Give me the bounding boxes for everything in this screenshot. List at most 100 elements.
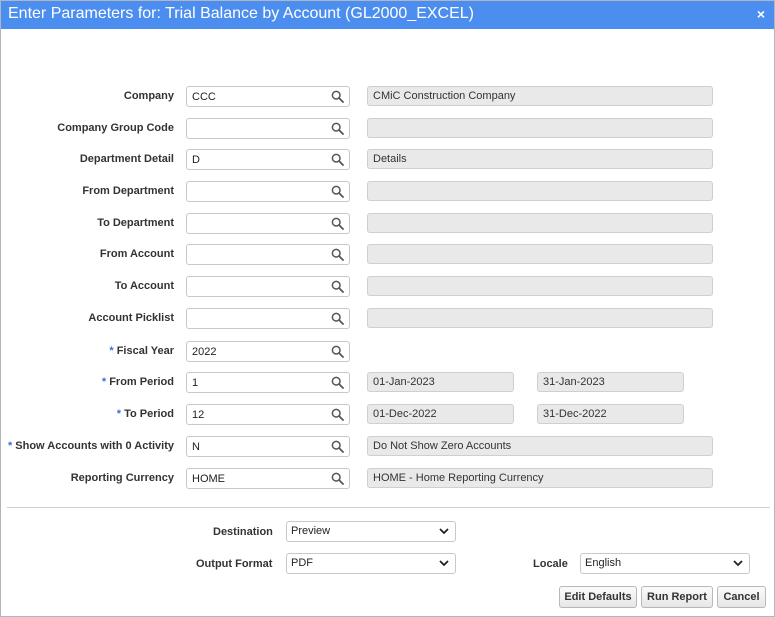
locale-value: English <box>585 557 622 569</box>
param-lookup-field[interactable] <box>186 341 350 362</box>
param-row: Account Picklist <box>1 308 775 330</box>
param-input[interactable] <box>187 309 327 328</box>
param-input[interactable] <box>187 342 327 361</box>
magnifier-icon[interactable] <box>331 312 344 325</box>
param-row: Reporting Currency HOME - Home Reporting … <box>1 468 775 490</box>
run-report-button[interactable]: Run Report <box>641 586 713 608</box>
param-label-text: To Period <box>124 408 174 420</box>
param-input[interactable] <box>187 119 327 138</box>
param-label-text: Company Group Code <box>57 122 174 134</box>
param-lookup-field[interactable] <box>186 308 350 329</box>
param-description <box>367 276 713 296</box>
destination-label: Destination <box>213 526 273 538</box>
param-input[interactable] <box>187 214 327 233</box>
period-start-date: 01-Jan-2023 <box>367 372 514 392</box>
parameters-dialog: Enter Parameters for: Trial Balance by A… <box>0 0 775 617</box>
magnifier-icon[interactable] <box>331 345 344 358</box>
magnifier-icon[interactable] <box>331 440 344 453</box>
param-input[interactable] <box>187 405 327 424</box>
param-input[interactable] <box>187 150 327 169</box>
param-label-text: To Department <box>97 217 174 229</box>
param-input[interactable] <box>187 277 327 296</box>
required-marker: * <box>116 408 122 420</box>
param-label-text: Show Accounts with 0 Activity <box>15 440 174 452</box>
required-marker: * <box>109 345 114 357</box>
magnifier-icon[interactable] <box>331 280 344 293</box>
param-description <box>367 213 713 233</box>
param-row: To Account <box>1 276 775 298</box>
param-input[interactable] <box>187 469 327 488</box>
magnifier-icon[interactable] <box>331 217 344 230</box>
param-label: From Department <box>82 185 174 197</box>
param-label: * To Period <box>117 408 174 420</box>
magnifier-icon[interactable] <box>331 376 344 389</box>
param-label-text: From Department <box>82 185 174 197</box>
param-lookup-field[interactable] <box>186 181 350 202</box>
param-label-text: Reporting Currency <box>70 472 174 484</box>
section-divider <box>7 507 770 508</box>
param-row: *From Period 01-Jan-2023 31-Jan-2023 <box>1 372 775 394</box>
destination-value: Preview <box>291 525 331 537</box>
param-lookup-field[interactable] <box>186 372 350 393</box>
param-row: To Department <box>1 213 775 235</box>
close-icon[interactable]: × <box>757 6 765 22</box>
param-lookup-field[interactable] <box>186 276 350 297</box>
param-label-text: From Period <box>109 376 174 388</box>
param-input[interactable] <box>187 373 327 392</box>
param-label: Reporting Currency <box>71 472 174 484</box>
dialog-titlebar: Enter Parameters for: Trial Balance by A… <box>1 1 774 29</box>
param-row: *Show Accounts with 0 Activity Do Not Sho… <box>1 436 775 458</box>
param-row: * Fiscal Year <box>1 341 775 363</box>
destination-select[interactable]: Preview <box>286 521 456 542</box>
param-lookup-field[interactable] <box>186 118 350 139</box>
param-row: *To Period 01-Dec-2022 31-Dec-2022 <box>1 404 775 426</box>
param-row: Company Group Code <box>1 118 775 140</box>
param-label-text: Department Detail <box>79 153 174 165</box>
param-lookup-field[interactable] <box>186 213 350 234</box>
output-format-label: Output Format <box>196 558 273 570</box>
param-label: To Department <box>97 217 174 229</box>
magnifier-icon[interactable] <box>331 185 344 198</box>
param-label-text: Company <box>123 90 174 102</box>
param-description: Do Not Show Zero Accounts <box>367 436 713 456</box>
edit-defaults-button[interactable]: Edit Defaults <box>559 586 637 608</box>
param-input[interactable] <box>187 182 327 201</box>
param-input[interactable] <box>187 87 327 106</box>
magnifier-icon[interactable] <box>331 248 344 261</box>
param-lookup-field[interactable] <box>186 404 350 425</box>
param-lookup-field[interactable] <box>186 468 350 489</box>
param-label: From Account <box>100 248 174 260</box>
chevron-down-icon <box>733 560 743 567</box>
dialog-title: Enter Parameters for: Trial Balance by A… <box>8 5 475 22</box>
magnifier-icon[interactable] <box>331 122 344 135</box>
cancel-button[interactable]: Cancel <box>717 586 766 608</box>
param-input[interactable] <box>187 245 327 264</box>
param-lookup-field[interactable] <box>186 244 350 265</box>
param-description: HOME - Home Reporting Currency <box>367 468 713 488</box>
required-marker: * <box>101 376 107 388</box>
param-label-text: Fiscal Year <box>116 345 174 357</box>
param-label-text: Account Picklist <box>88 312 174 324</box>
param-lookup-field[interactable] <box>186 149 350 170</box>
chevron-down-icon <box>439 528 449 535</box>
magnifier-icon[interactable] <box>331 472 344 485</box>
param-description: Details <box>367 149 713 169</box>
magnifier-icon[interactable] <box>331 153 344 166</box>
magnifier-icon[interactable] <box>331 90 344 103</box>
param-label: Account Picklist <box>88 312 174 324</box>
param-lookup-field[interactable] <box>186 86 350 107</box>
magnifier-icon[interactable] <box>331 408 344 421</box>
period-end-date: 31-Dec-2022 <box>537 404 684 424</box>
param-description: CMiC Construction Company <box>367 86 713 106</box>
output-format-value: PDF <box>291 557 313 569</box>
param-description <box>367 118 713 138</box>
param-input[interactable] <box>187 437 327 456</box>
param-description <box>367 181 713 201</box>
locale-select[interactable]: English <box>580 553 750 574</box>
output-format-select[interactable]: PDF <box>286 553 456 574</box>
param-row: Department Detail Details <box>1 149 775 171</box>
param-label: Company <box>124 90 174 102</box>
param-row: From Account <box>1 244 775 266</box>
param-label-text: To Account <box>114 280 174 292</box>
param-lookup-field[interactable] <box>186 436 350 457</box>
